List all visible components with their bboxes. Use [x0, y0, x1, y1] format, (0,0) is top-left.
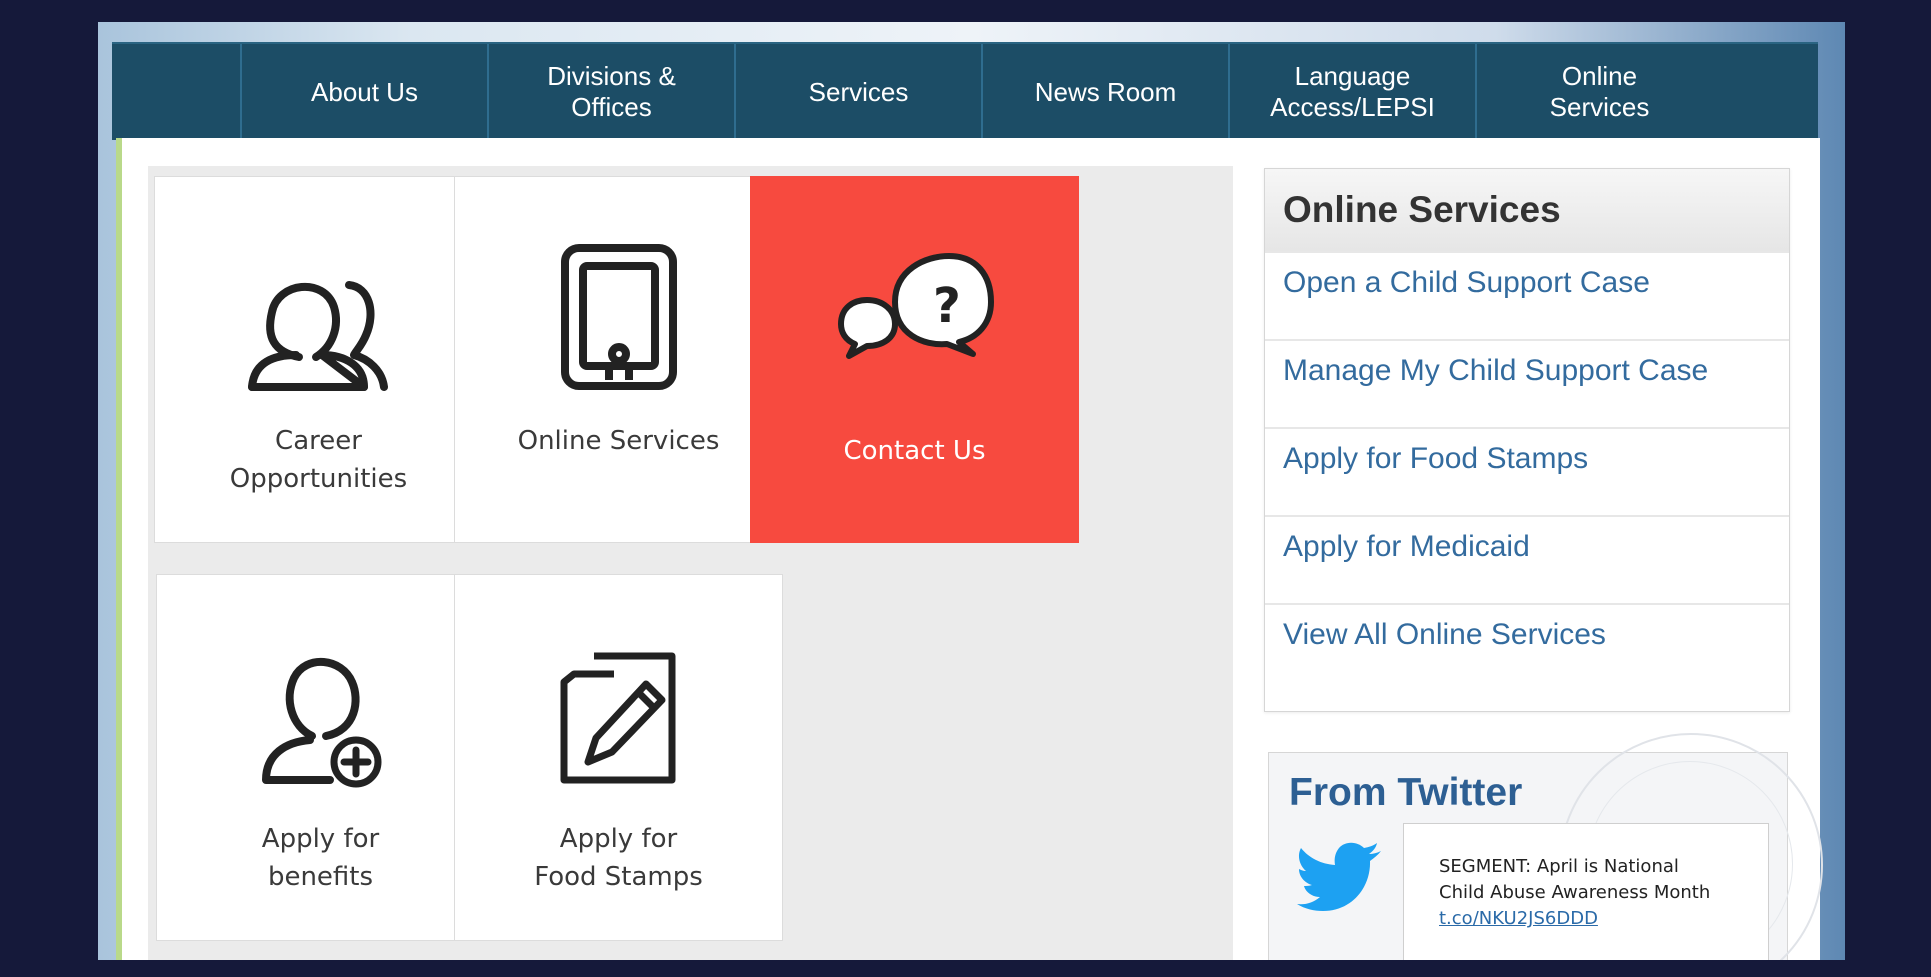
nav-online-services[interactable]: Online Services [1475, 44, 1722, 140]
nav-label: Services [808, 76, 909, 107]
tablet-icon [455, 242, 782, 392]
tweet-text-line2: Child Abuse Awareness Month [1439, 882, 1711, 903]
svg-text:?: ? [933, 278, 961, 334]
people-icon [155, 257, 482, 397]
tile-online-services[interactable]: Online Services [454, 176, 783, 543]
tile-apply-food-stamps[interactable]: Apply for Food Stamps [454, 574, 783, 941]
tile-label: Apply for Food Stamps [534, 824, 703, 892]
site-frame: About Us Divisions & Offices Services Ne… [98, 22, 1845, 960]
main-content: Career Opportunities Online Services ? C… [116, 138, 1823, 960]
tweet-card: SEGMENT: April is National Child Abuse A… [1403, 823, 1769, 960]
online-services-panel: Online Services Open a Child Support Cas… [1264, 168, 1790, 712]
tweet-link[interactable]: t.co/NKU2JS6DDD [1439, 906, 1768, 932]
tile-label: Career Opportunities [229, 426, 408, 494]
twitter-widget: From Twitter SEGMENT: April is National … [1268, 733, 1823, 960]
link-manage-child-support-case[interactable]: Manage My Child Support Case [1265, 339, 1789, 427]
tweet-text-line1: SEGMENT: April is National [1439, 856, 1679, 877]
tile-apply-benefits[interactable]: Apply for benefits [156, 574, 485, 941]
main-nav: About Us Divisions & Offices Services Ne… [112, 42, 1818, 140]
nav-label: Language Access/LEPSI [1270, 61, 1435, 122]
tile-career-opportunities[interactable]: Career Opportunities [154, 176, 483, 543]
link-view-all-online-services[interactable]: View All Online Services [1265, 603, 1789, 691]
document-pen-icon [455, 650, 782, 790]
nav-divisions-offices[interactable]: Divisions & Offices [487, 44, 734, 140]
panel-title: Online Services [1265, 169, 1789, 251]
link-apply-food-stamps[interactable]: Apply for Food Stamps [1265, 427, 1789, 515]
question-bubble-icon: ? [751, 252, 1078, 362]
nav-language-access[interactable]: Language Access/LEPSI [1228, 44, 1475, 140]
twitter-title: From Twitter [1289, 771, 1523, 814]
add-user-icon [157, 650, 484, 790]
tile-label: Apply for benefits [261, 824, 380, 892]
link-open-child-support-case[interactable]: Open a Child Support Case [1265, 251, 1789, 339]
tile-label: Online Services [517, 426, 720, 456]
nav-about-us[interactable]: About Us [240, 44, 487, 140]
nav-news-room[interactable]: News Room [981, 44, 1228, 140]
nav-label: News Room [1034, 76, 1177, 107]
nav-services[interactable]: Services [734, 44, 981, 140]
link-apply-medicaid[interactable]: Apply for Medicaid [1265, 515, 1789, 603]
nav-label: About Us [311, 76, 418, 107]
tile-label: Contact Us [843, 436, 986, 466]
nav-label: Online Services [1549, 61, 1650, 122]
tiles-grid: Career Opportunities Online Services ? C… [148, 166, 1233, 960]
twitter-bird-icon[interactable] [1297, 841, 1383, 918]
tile-contact-us[interactable]: ? Contact Us [750, 176, 1079, 543]
nav-label: Divisions & Offices [547, 61, 676, 122]
